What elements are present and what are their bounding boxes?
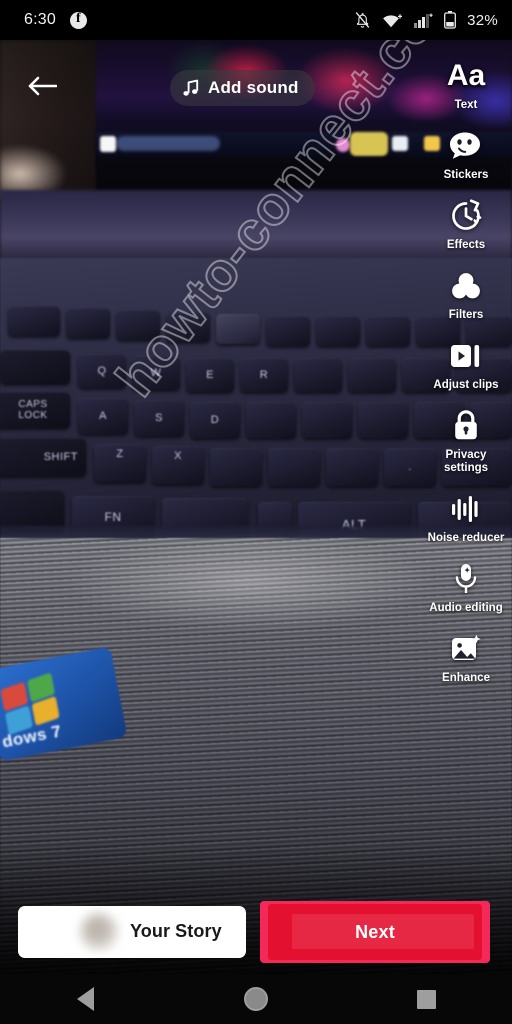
next-label: Next (355, 921, 395, 942)
tool-filters[interactable]: Filters (420, 266, 512, 322)
tool-rail: Aa Text Stickers Effects Filters Adjust … (420, 56, 512, 699)
image-sparkle-icon (446, 629, 486, 669)
filters-circles-icon (446, 266, 486, 306)
tool-stickers[interactable]: Stickers (420, 126, 512, 182)
next-button-annotation: Next (260, 901, 490, 963)
taskbar-search (116, 136, 220, 151)
bottom-action-bar: Your Story Next (0, 890, 512, 974)
nav-home-circle-icon (243, 987, 268, 1011)
tool-adjust-clips[interactable]: Adjust clips (420, 336, 512, 392)
tool-label: Filters (448, 309, 484, 321)
add-sound-button[interactable]: Add sound (170, 70, 315, 106)
tool-text[interactable]: Aa Text (420, 56, 512, 112)
cellular-signal-icon (414, 13, 433, 28)
nav-back-triangle-icon (76, 987, 94, 1011)
status-bar-right: 32% (354, 11, 498, 29)
nav-recents-square-icon (417, 989, 437, 1009)
microphone-sparkle-icon (446, 559, 486, 599)
battery-percent: 32% (467, 11, 498, 29)
facebook-icon (69, 11, 87, 29)
wifi-icon (383, 13, 403, 27)
tool-privacy-settings[interactable]: Privacy settings (420, 406, 512, 475)
text-aa-icon: Aa (446, 59, 486, 92)
tool-label: Audio editing (429, 602, 503, 614)
audience-selector-button[interactable]: Your Story (18, 906, 246, 958)
next-button[interactable]: Next (268, 904, 482, 960)
sticker-smiley-icon (446, 126, 486, 166)
taskbar-icon (336, 138, 350, 152)
taskbar-icon (392, 136, 408, 151)
nav-back-button[interactable] (30, 974, 140, 1024)
avatar (80, 913, 118, 951)
taskbar-icon (100, 136, 116, 152)
effects-clock-icon (446, 196, 486, 236)
android-nav-bar (0, 974, 512, 1024)
back-arrow-icon (28, 76, 57, 96)
tool-effects[interactable]: Effects (420, 196, 512, 252)
tool-label: Text (454, 99, 478, 111)
tool-enhance[interactable]: Enhance (420, 629, 512, 685)
status-bar-left: 6:30 (24, 11, 87, 29)
taskbar-icon (350, 132, 388, 156)
tool-label: Stickers (443, 169, 489, 181)
bell-muted-icon (355, 12, 370, 28)
audience-label: Your Story (130, 921, 222, 941)
tool-noise-reducer[interactable]: Noise reducer (420, 489, 512, 545)
back-button[interactable] (20, 64, 64, 108)
battery-icon (444, 11, 457, 29)
music-note-icon (183, 79, 199, 96)
tool-audio-editing[interactable]: Audio editing (420, 559, 512, 615)
tool-label: Adjust clips (433, 379, 499, 391)
adjust-clips-icon (446, 336, 486, 376)
add-sound-label: Add sound (208, 78, 299, 97)
tool-label: Effects (446, 239, 486, 251)
lock-icon (446, 406, 486, 446)
nav-home-button[interactable] (201, 974, 311, 1024)
tool-label: Enhance (442, 672, 490, 684)
tool-label: Privacy settings (443, 449, 489, 474)
status-time: 6:30 (24, 11, 56, 28)
nav-recents-button[interactable] (372, 974, 482, 1024)
waveform-icon (446, 489, 486, 529)
status-bar: 6:30 f 32% (0, 0, 512, 40)
tool-label: Noise reducer (427, 532, 505, 544)
phone-screen: Q W E R CAPS LOCK A S D SHIFT Z X . FN A… (0, 0, 512, 1024)
